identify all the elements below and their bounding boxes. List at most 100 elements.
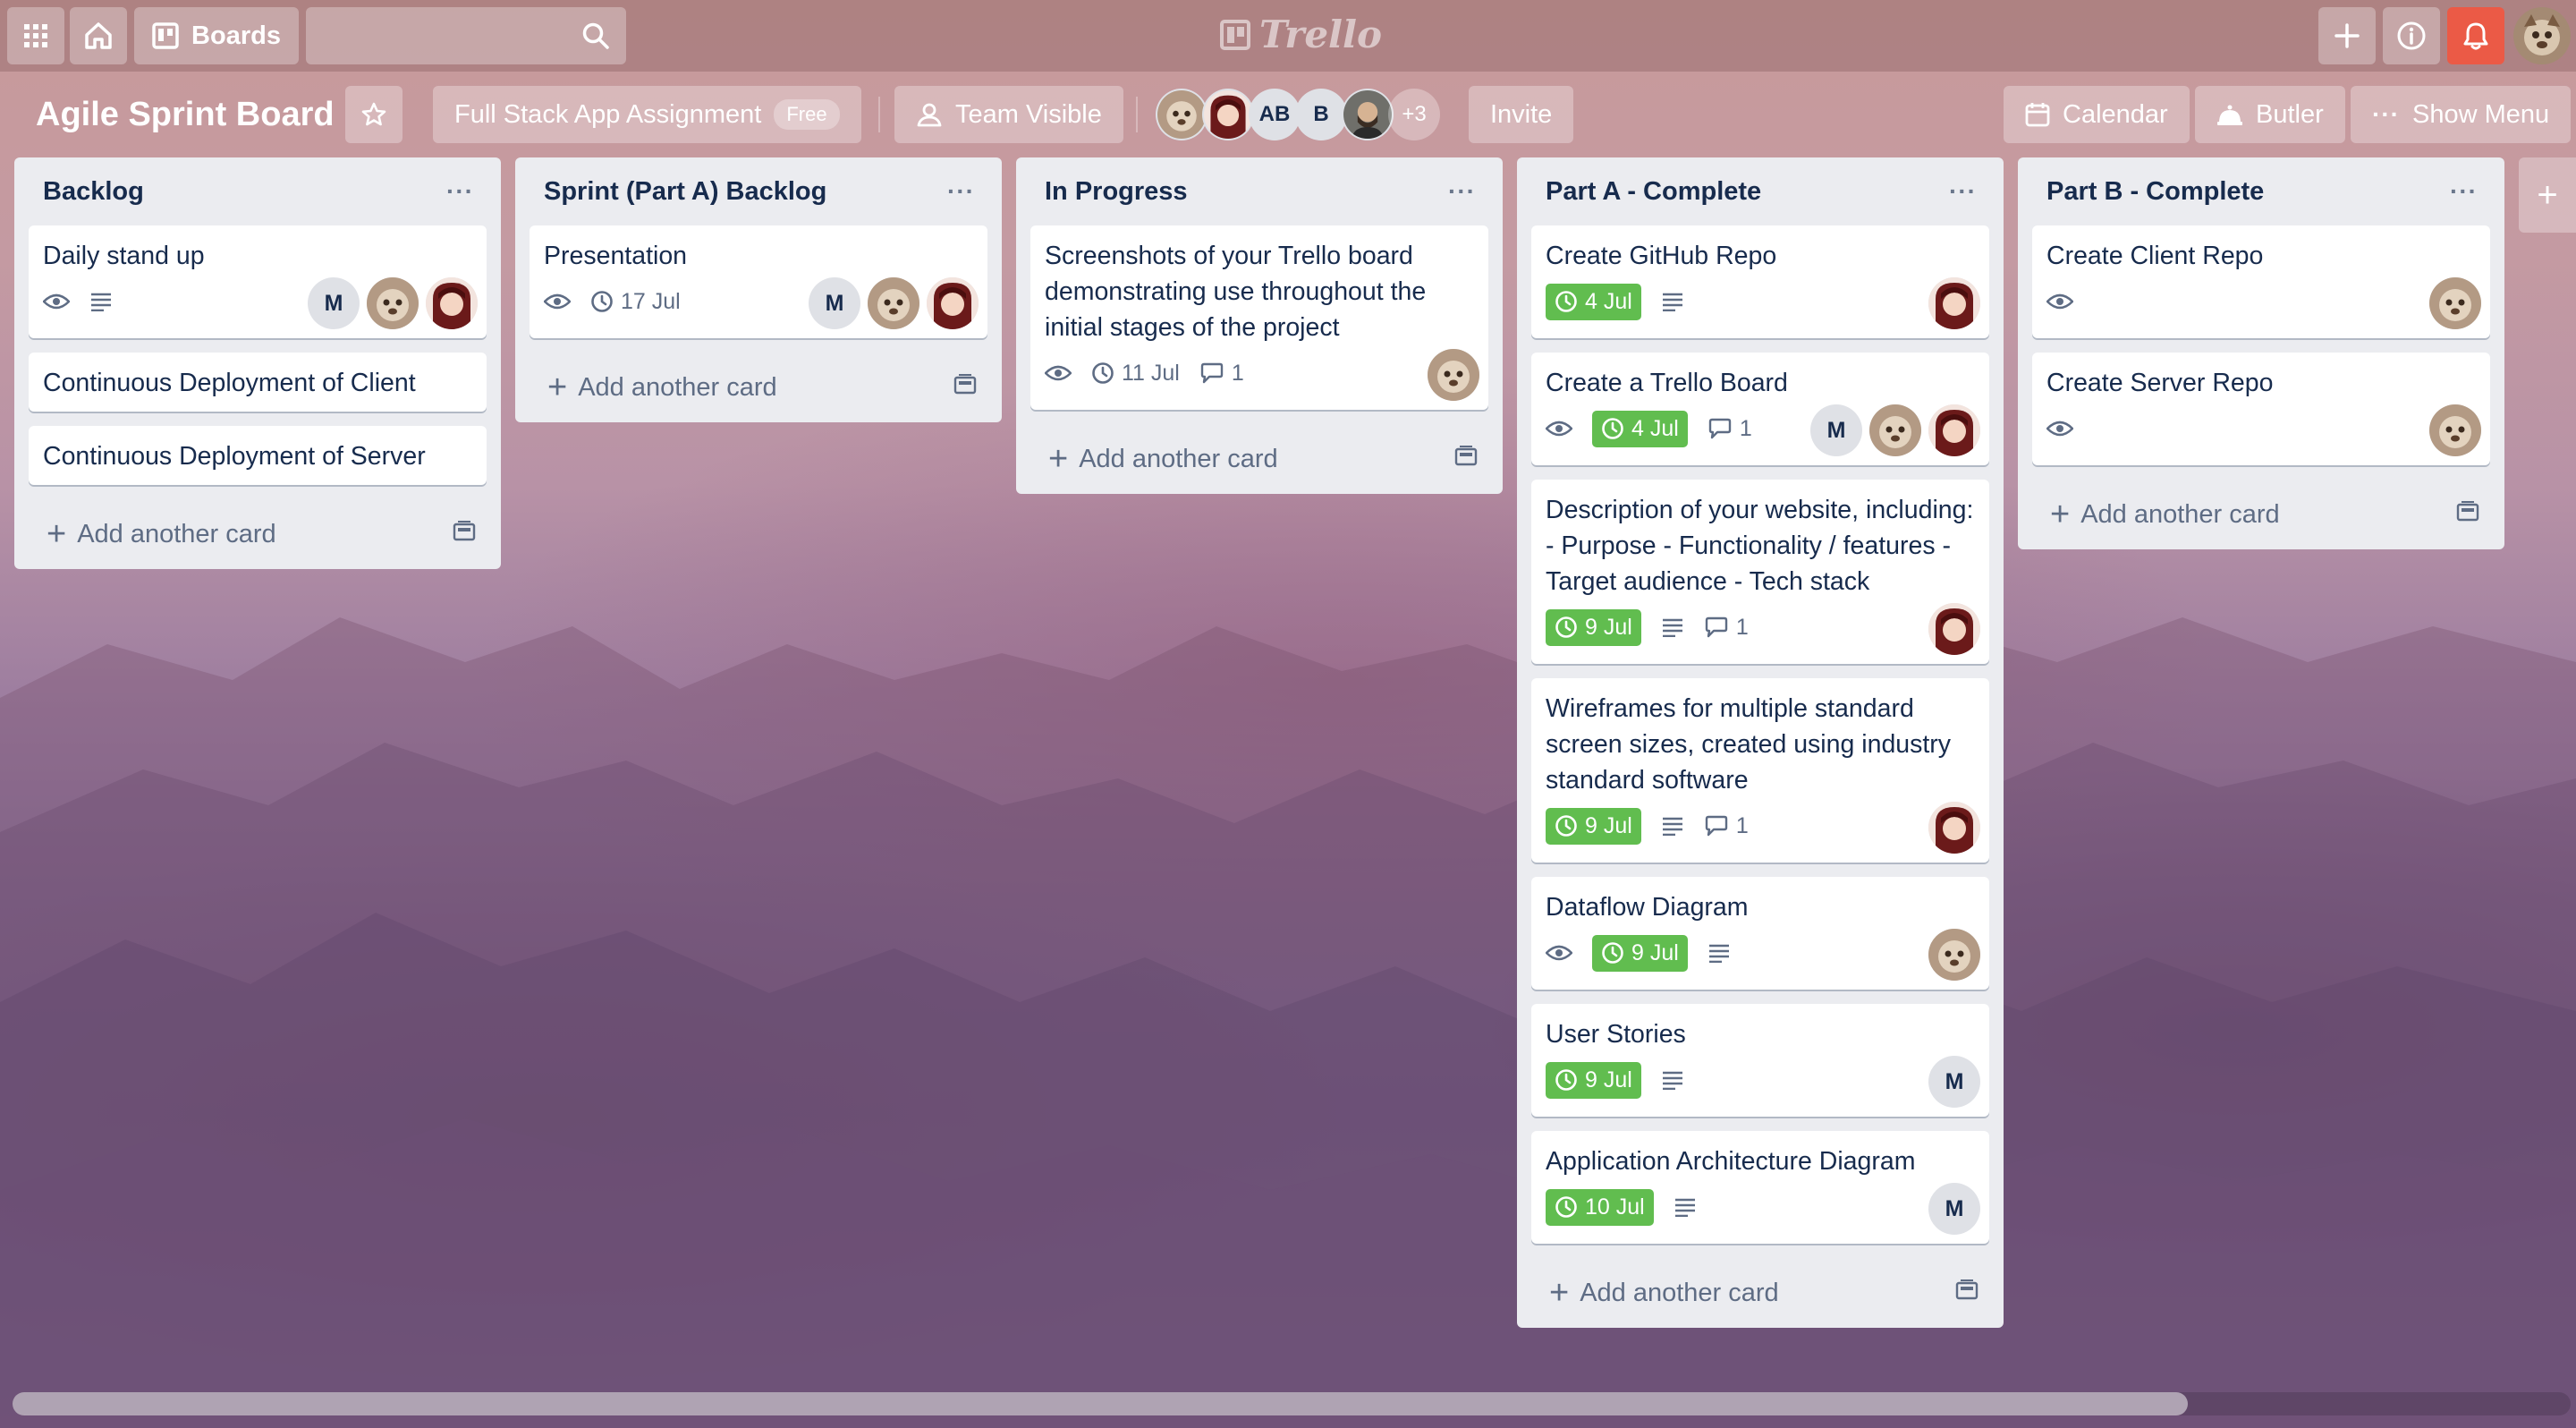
card-member-avatar[interactable]: [426, 277, 478, 329]
calendar-button[interactable]: Calendar: [2004, 86, 2190, 143]
card-member-avatar[interactable]: [1928, 802, 1980, 854]
plan-badge: Free: [774, 99, 840, 130]
visibility-button[interactable]: Team Visible: [894, 86, 1123, 143]
apps-button[interactable]: [7, 7, 64, 64]
team-name: Full Stack App Assignment: [454, 99, 762, 129]
add-card-button[interactable]: + Add another card: [1030, 424, 1488, 494]
card-member-avatar[interactable]: M: [308, 277, 360, 329]
home-button[interactable]: [70, 7, 127, 64]
list-title[interactable]: Part A - Complete: [1546, 177, 1761, 207]
member-avatar[interactable]: AB: [1249, 89, 1301, 140]
eye-icon: [43, 293, 70, 310]
info-button[interactable]: [2383, 7, 2440, 64]
card-member-avatar[interactable]: [1428, 349, 1479, 401]
invite-button[interactable]: Invite: [1469, 86, 1574, 143]
due-date-badge: 4 Jul: [1592, 410, 1688, 447]
card[interactable]: Presentation 17 Jul M: [530, 225, 987, 338]
comments-badge: 1: [1707, 416, 1752, 442]
comments-count: 1: [1739, 415, 1752, 441]
card[interactable]: Wireframes for multiple standard screen …: [1531, 678, 1989, 863]
list-title[interactable]: In Progress: [1045, 177, 1188, 207]
due-date-badge: 11 Jul: [1091, 361, 1180, 387]
description-icon: [1674, 1197, 1697, 1217]
boards-button[interactable]: Boards: [134, 7, 299, 64]
card[interactable]: Create Server Repo: [2032, 353, 2490, 465]
card[interactable]: Application Architecture Diagram 10 Jul …: [1531, 1131, 1989, 1244]
member-avatar[interactable]: [1202, 89, 1254, 140]
card-member-avatar[interactable]: M: [1810, 404, 1862, 456]
horizontal-scrollbar[interactable]: [13, 1392, 2571, 1415]
member-initials: M: [825, 290, 844, 316]
card[interactable]: Dataflow Diagram 9 Jul: [1531, 877, 1989, 990]
more-members-button[interactable]: +3: [1388, 89, 1440, 140]
add-card-button[interactable]: + Add another card: [1531, 1258, 1989, 1328]
list-menu-icon[interactable]: ···: [2450, 177, 2478, 206]
due-date-text: 4 Jul: [1631, 415, 1679, 441]
search-input[interactable]: [306, 7, 626, 64]
description-icon: [1661, 816, 1684, 836]
list-menu-icon[interactable]: ···: [446, 177, 474, 206]
card[interactable]: Create a Trello Board 4 Jul 1 M: [1531, 353, 1989, 465]
member-avatar[interactable]: [1156, 89, 1208, 140]
card-title: Create Client Repo: [2046, 242, 2264, 270]
butler-button[interactable]: Butler: [2195, 86, 2345, 143]
card-member-avatar[interactable]: [367, 277, 419, 329]
card[interactable]: Daily stand up M: [29, 225, 487, 338]
add-card-button[interactable]: + Add another card: [2032, 480, 2490, 549]
card-member-avatar[interactable]: [1928, 603, 1980, 655]
show-menu-button[interactable]: ··· Show Menu: [2351, 86, 2572, 143]
list-title[interactable]: Backlog: [43, 177, 144, 207]
list-menu-icon[interactable]: ···: [1448, 177, 1476, 206]
list-title[interactable]: Sprint (Part A) Backlog: [544, 177, 826, 207]
card[interactable]: Description of your website, including: …: [1531, 480, 1989, 664]
card[interactable]: Create GitHub Repo 4 Jul: [1531, 225, 1989, 338]
add-card-button[interactable]: + Add another card: [29, 499, 487, 569]
card-member-avatar[interactable]: [1928, 277, 1980, 329]
card-template-icon[interactable]: [953, 373, 977, 403]
card-member-avatar[interactable]: [868, 277, 919, 329]
card[interactable]: Create Client Repo: [2032, 225, 2490, 338]
card-member-avatar[interactable]: [1928, 404, 1980, 456]
card-member-avatar[interactable]: [2429, 277, 2481, 329]
card-template-icon[interactable]: [1955, 1279, 1979, 1308]
card-member-avatar[interactable]: M: [1928, 1056, 1980, 1108]
user-avatar[interactable]: [2513, 7, 2571, 64]
grid-icon: [23, 23, 48, 48]
boards-icon: [152, 22, 179, 49]
card-member-avatar[interactable]: [927, 277, 979, 329]
eye-icon: [2046, 420, 2073, 438]
card-member-avatar[interactable]: [1928, 929, 1980, 981]
scrollbar-thumb[interactable]: [13, 1392, 2188, 1415]
card-template-icon[interactable]: [2456, 500, 2479, 530]
card-member-avatar[interactable]: [2429, 404, 2481, 456]
card-member-avatar[interactable]: M: [1928, 1183, 1980, 1235]
trello-logo-icon: [1220, 19, 1250, 50]
board-title[interactable]: Agile Sprint Board: [36, 89, 335, 140]
member-avatar[interactable]: [1342, 89, 1394, 140]
create-button[interactable]: [2318, 7, 2376, 64]
team-button[interactable]: Full Stack App Assignment Free: [433, 86, 861, 143]
member-avatar[interactable]: B: [1295, 89, 1347, 140]
card[interactable]: Continuous Deployment of Client: [29, 353, 487, 412]
card[interactable]: User Stories 9 Jul M: [1531, 1004, 1989, 1117]
add-list-button[interactable]: +: [2519, 157, 2576, 233]
card-title: Create Server Repo: [2046, 369, 2274, 397]
eye-icon: [1045, 364, 1072, 382]
description-icon: [1707, 943, 1731, 963]
star-button[interactable]: [345, 86, 402, 143]
notifications-button[interactable]: [2447, 7, 2504, 64]
card-template-icon[interactable]: [453, 520, 476, 549]
card[interactable]: Screenshots of your Trello board demonst…: [1030, 225, 1488, 410]
trello-logo[interactable]: Trello: [1220, 13, 1382, 56]
list-title[interactable]: Part B - Complete: [2046, 177, 2264, 207]
add-card-button[interactable]: + Add another card: [530, 353, 987, 422]
clock-icon: [1555, 1195, 1578, 1219]
list-menu-icon[interactable]: ···: [1949, 177, 1977, 206]
due-date-badge: 9 Jul: [1546, 807, 1641, 845]
list-menu-icon[interactable]: ···: [947, 177, 975, 206]
card-member-avatar[interactable]: M: [809, 277, 860, 329]
card[interactable]: Continuous Deployment of Server: [29, 426, 487, 485]
card-member-avatar[interactable]: [1869, 404, 1921, 456]
card-template-icon[interactable]: [1454, 445, 1478, 474]
plus-icon: +: [1549, 1274, 1570, 1312]
